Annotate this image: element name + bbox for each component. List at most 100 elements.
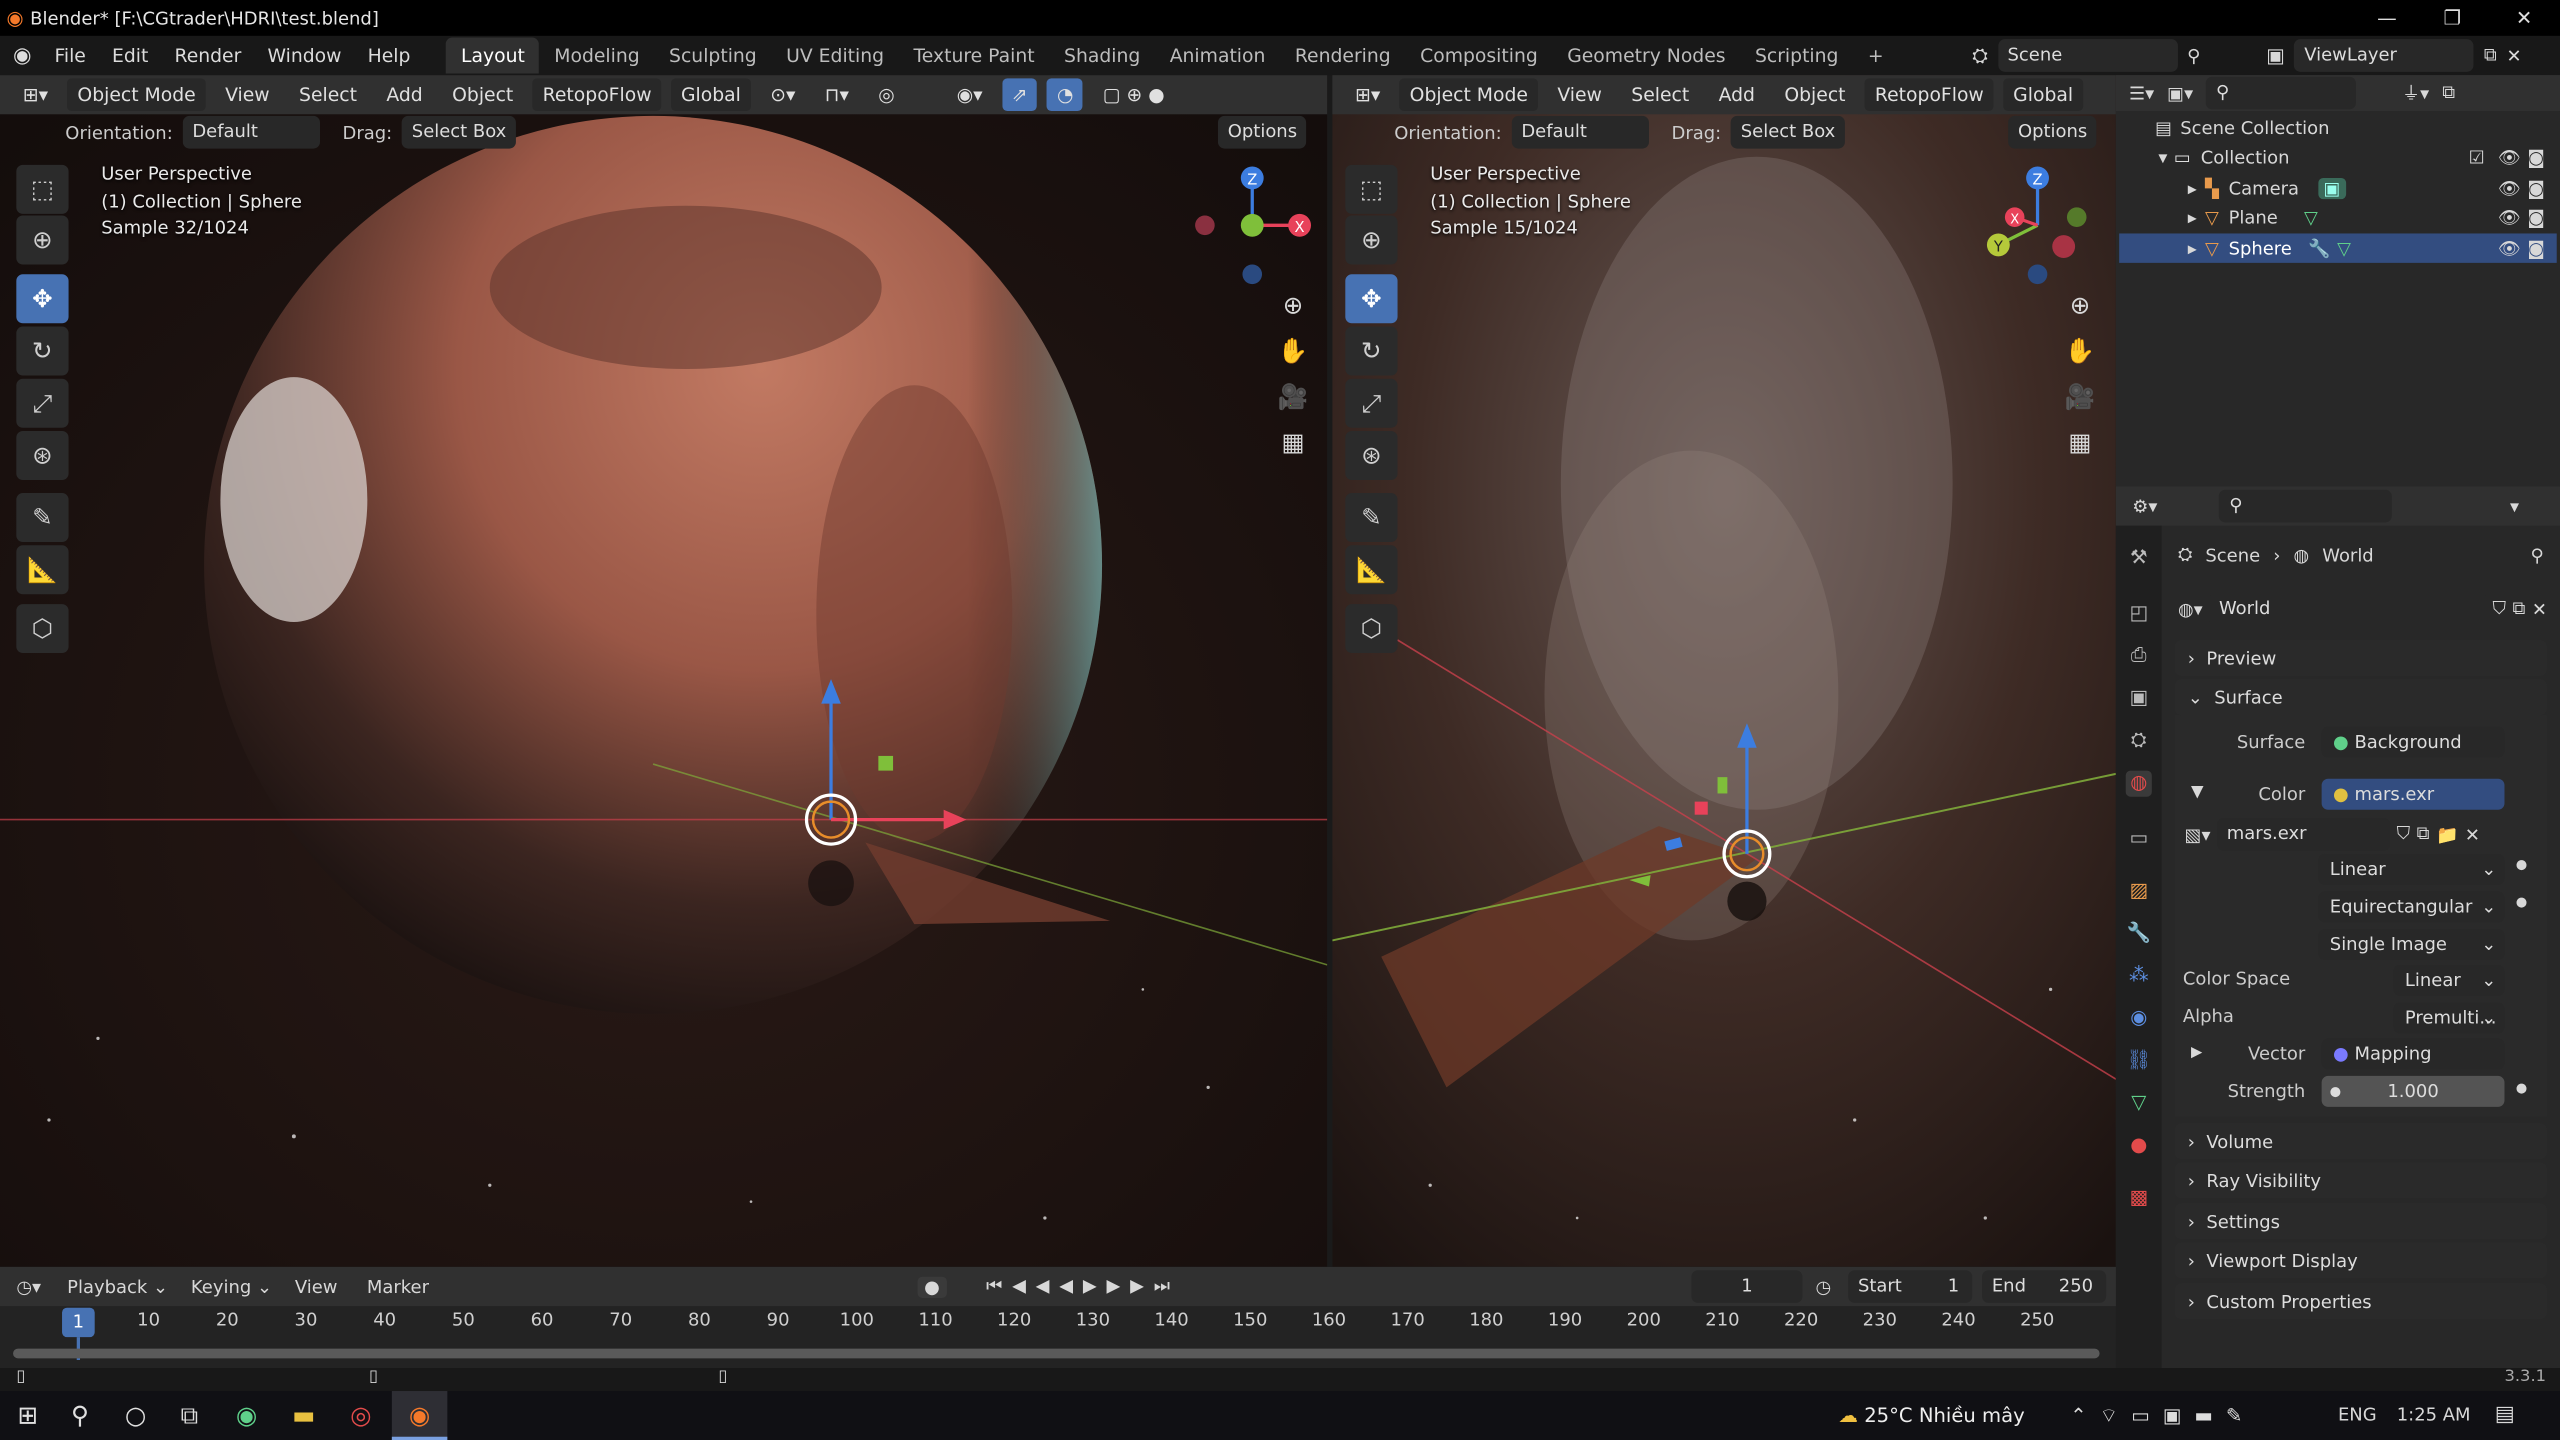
measure-tool-icon[interactable]: 📐 [16,545,69,595]
world-tab-icon[interactable]: ◍ [2125,770,2152,797]
cursor-tool-icon[interactable]: ⊕ [16,215,69,265]
start-frame-field[interactable]: Start 1 [1848,1270,1973,1303]
tool-tab-icon[interactable]: ⚒ [2126,545,2152,571]
source-dropdown[interactable]: Single Image ⌄ [2318,928,2505,960]
add-workspace-button[interactable]: + [1853,38,1898,74]
transform-orientation-dropdown-right[interactable]: Global [2003,78,2083,112]
alpha-dropdown[interactable]: Premulti... ⌄ [2393,1002,2505,1034]
restore-button[interactable]: ❐ [2416,0,2488,36]
projection-dropdown[interactable]: Equirectangular ⌄ [2318,891,2505,923]
world-browse-icon[interactable]: ◍▾ [2178,598,2203,619]
tab-geometry-nodes[interactable]: Geometry Nodes [1552,38,1740,74]
duplicate-icon[interactable]: ⧉ [2513,598,2526,621]
orientation-dropdown-right[interactable]: Default [1511,115,1649,149]
open-folder-icon[interactable]: 📁 [2436,824,2458,845]
panel-surface[interactable]: ⌄ Surface [2174,679,2547,716]
menu-help[interactable]: Help [355,36,424,75]
task-view-icon[interactable]: ⧉ [162,1391,218,1440]
eye-icon[interactable]: 👁 [2498,207,2521,228]
unlink-icon[interactable]: ✕ [2532,598,2547,619]
panel-ray-visibility[interactable]: › Ray Visibility [2174,1162,2547,1199]
surface-shader-field[interactable]: ● Background [2321,726,2505,758]
search-icon[interactable]: ⚲ [52,1391,108,1440]
panel-preview[interactable]: › Preview [2174,639,2547,676]
current-frame-field[interactable]: 1 [1691,1270,1803,1303]
render-tab-icon[interactable]: ◰ [2126,601,2152,627]
annotate-tool-icon[interactable]: ✎ [16,493,69,543]
options-dropdown-right[interactable]: Options [2008,115,2098,149]
constraints-tab-icon[interactable]: ⛓ [2126,1048,2152,1074]
image-name-field[interactable]: mars.exr [2217,817,2391,851]
fake-user-icon[interactable]: ⛉ [2493,598,2506,621]
retopoflow-menu-right[interactable]: RetopoFlow [1865,78,1994,112]
tab-uv-editing[interactable]: UV Editing [771,38,898,74]
select-menu-right[interactable]: Select [1622,78,1700,111]
proportional-edit-icon[interactable]: ◎ [868,78,904,111]
navigation-gizmo-left[interactable]: Z X [1179,157,1326,304]
scene-selector[interactable]: Scene [1997,39,2178,72]
select-menu[interactable]: Select [289,78,367,111]
transform-tool-icon-right[interactable]: ⊛ [1345,431,1398,480]
material-tab-icon[interactable]: ● [2126,1133,2152,1159]
scale-tool-icon[interactable]: ⤢ [16,378,69,428]
tab-layout[interactable]: Layout [446,37,540,74]
image-browse-icon[interactable]: ▧▾ [2184,824,2210,845]
panel-viewport-display[interactable]: › Viewport Display [2174,1242,2547,1279]
new-viewlayer-icon[interactable]: ⧉ [2484,44,2497,67]
visibility-icon[interactable]: ◉▾ [947,78,992,111]
particles-tab-icon[interactable]: ⁂ [2126,963,2152,989]
transform-orientation-dropdown[interactable]: Global [671,78,751,112]
rotate-tool-icon-right[interactable]: ↻ [1345,326,1398,376]
pin-icon[interactable]: ⚲ [2531,544,2544,565]
fake-user-icon[interactable]: ⛉ [2397,823,2410,846]
collection-checkbox[interactable]: ☑ [2469,146,2485,167]
camera-view-icon-right[interactable]: 🎥 [2059,376,2101,418]
tab-modeling[interactable]: Modeling [540,38,655,74]
marker-menu[interactable]: Marker [367,1276,429,1297]
menu-render[interactable]: Render [161,36,254,75]
display-mode-icon[interactable]: ▣▾ [2167,82,2193,103]
texture-tab-icon[interactable]: ▩ [2126,1185,2152,1211]
overlay-toggle-icon[interactable]: ◔ [1047,78,1084,112]
system-tray-icons[interactable]: ⌃⌔▭▣▬✎ [2070,1391,2255,1440]
output-tab-icon[interactable]: ⎙ [2126,643,2152,669]
object-menu-right[interactable]: Object [1775,78,1856,111]
scale-tool-icon-right[interactable]: ⤢ [1345,378,1398,428]
editor-type-icon[interactable]: ⊞▾ [13,78,58,111]
language-indicator[interactable]: ENG [2338,1391,2377,1440]
orientation-dropdown[interactable]: Default [182,115,320,149]
playhead-frame[interactable]: 1 [62,1307,95,1338]
viewlayer-icon[interactable]: ▣ [2266,44,2285,67]
view-layer-tab-icon[interactable]: ▣ [2126,686,2152,712]
interpolation-dropdown[interactable]: Linear ⌄ [2318,853,2505,885]
zoom-icon[interactable]: ⊕ [1272,284,1314,326]
blender-menu-icon[interactable]: ◉ [0,43,41,67]
tab-animation[interactable]: Animation [1155,38,1280,74]
color-expand-icon[interactable]: ▼ [2191,784,2204,802]
windows-start-icon[interactable]: ⊞ [0,1391,56,1440]
preview-range-icon[interactable]: ◷ [1816,1276,1832,1297]
world-name-field[interactable]: World [2209,592,2486,626]
transform-tool-icon[interactable]: ⊛ [16,431,69,480]
drag-dropdown[interactable]: Select Box [402,115,517,149]
pin-icon[interactable]: ⚲ [2187,45,2200,66]
viewport-right[interactable]: ⊞▾ Object Mode View Select Add Object Re… [1332,75,2116,1267]
mode-dropdown[interactable]: Object Mode [67,78,206,112]
record-button[interactable]: ● [917,1275,947,1298]
perspective-grid-icon-right[interactable]: ▦ [2059,421,2101,463]
clock[interactable]: 1:25 AM [2397,1391,2471,1440]
tab-scripting[interactable]: Scripting [1740,38,1853,74]
add-cube-tool-icon[interactable]: ⬡ [16,604,69,654]
tab-compositing[interactable]: Compositing [1405,38,1552,74]
close-button[interactable]: ✕ [2488,0,2560,36]
cortana-icon[interactable]: ○ [108,1391,164,1440]
pan-hand-icon[interactable]: ✋ [1272,330,1314,372]
eye-icon[interactable]: 👁 [2498,177,2521,198]
properties-options-icon[interactable]: ▾ [2510,496,2519,517]
render-camera-icon[interactable]: ◙ [2527,146,2544,167]
duplicate-icon[interactable]: ⧉ [2417,823,2430,846]
select-tool-icon-right[interactable]: ⬚ [1345,164,1398,214]
scene-tab-icon[interactable]: ⛭ [2126,728,2152,754]
menu-edit[interactable]: Edit [99,36,161,75]
drag-dropdown-right[interactable]: Select Box [1730,115,1846,149]
